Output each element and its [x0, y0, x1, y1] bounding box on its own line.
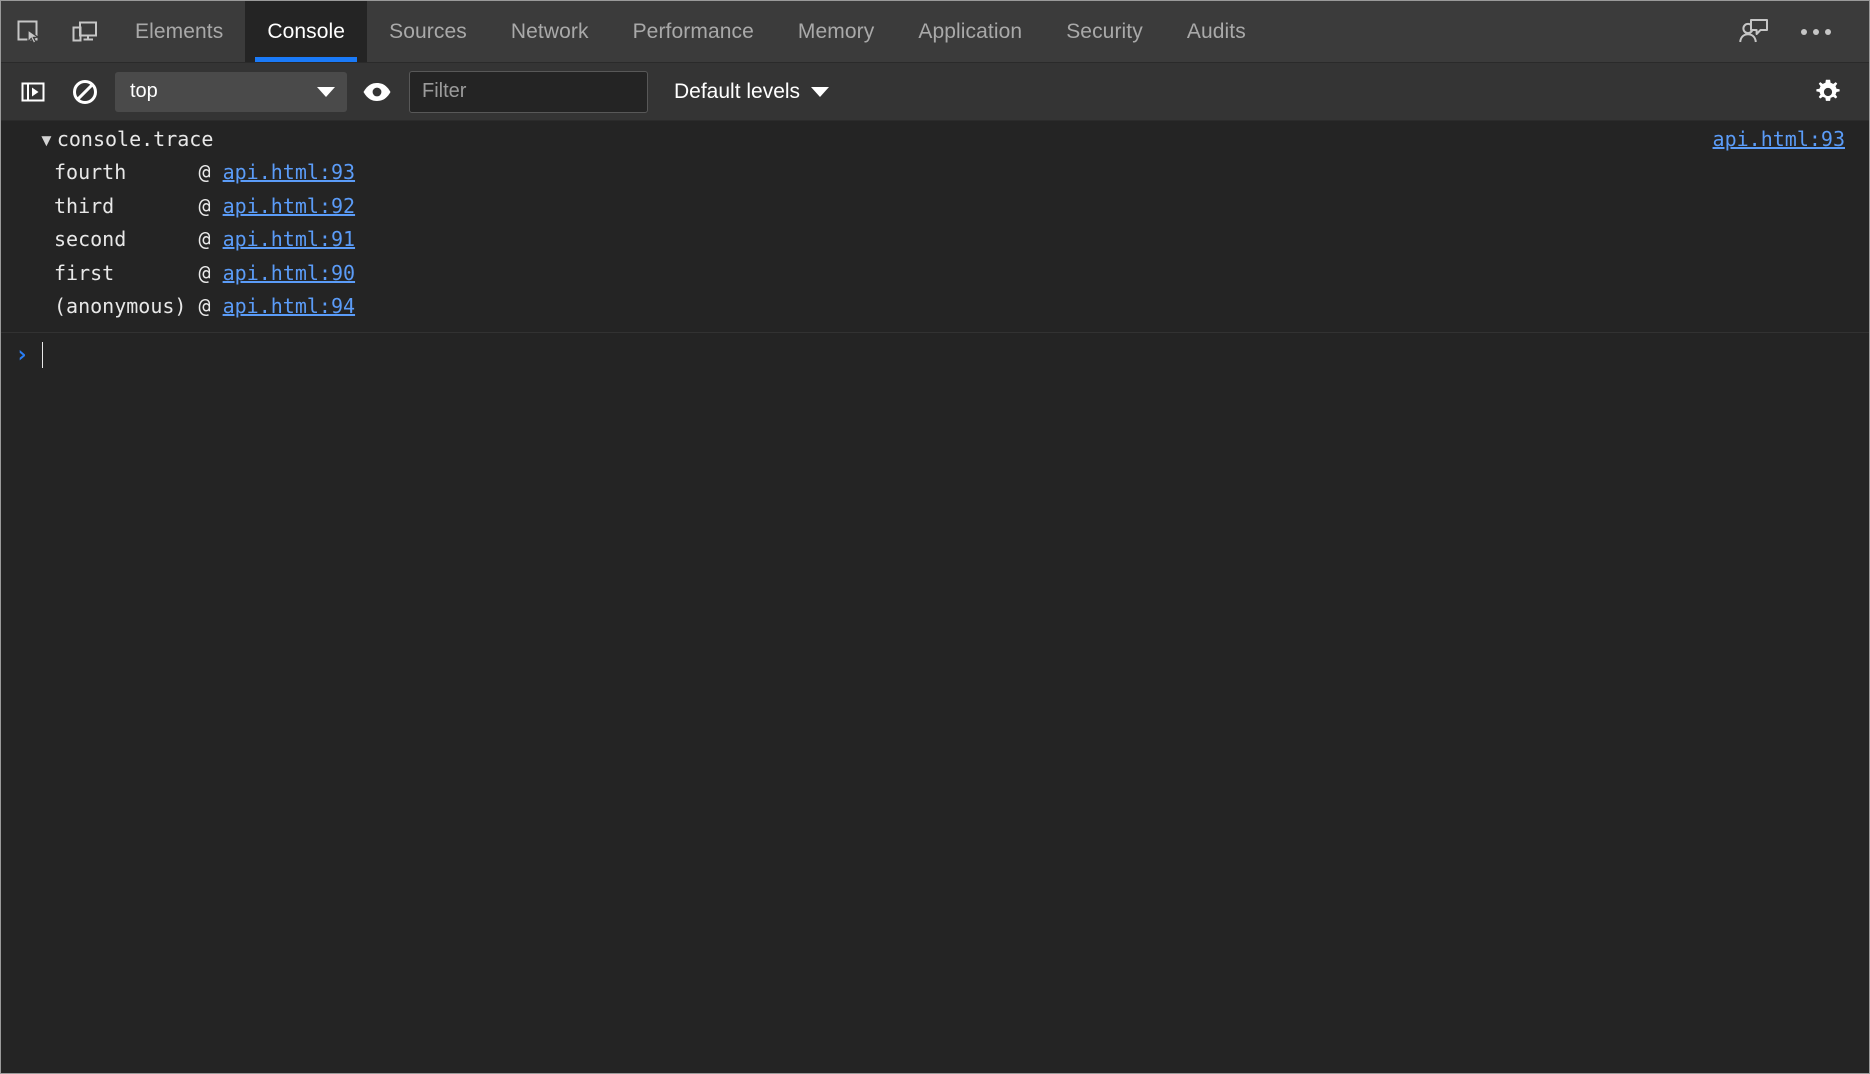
stack-frame-link[interactable]: api.html:92 — [223, 194, 355, 218]
more-dot — [1813, 28, 1819, 35]
stack-frame: first @ api.html:90 — [1, 257, 1869, 291]
console-toolbar: top Default levels — [1, 63, 1869, 121]
prompt-chevron-icon: › — [15, 341, 29, 368]
disclosure-triangle-icon[interactable]: ▼ — [38, 132, 55, 149]
stack-frame-link[interactable]: api.html:94 — [223, 294, 355, 318]
stack-frame-link[interactable]: api.html:90 — [223, 261, 355, 285]
stack-frame-pad — [211, 294, 223, 318]
more-dot — [1801, 28, 1807, 35]
console-prompt-fill[interactable] — [43, 333, 1869, 378]
tab-label: Security — [1066, 19, 1143, 43]
stack-frame: (anonymous) @ api.html:94 — [1, 290, 1869, 324]
console-prompt-row[interactable]: › — [1, 333, 1869, 378]
tab-label: Network — [510, 19, 589, 43]
stack-frame-pad — [126, 227, 198, 251]
tab-elements[interactable]: Elements — [113, 1, 245, 62]
stack-frame-at: @ — [198, 160, 211, 184]
stack-frame-function: third — [54, 193, 115, 218]
stack-frame-at: @ — [198, 193, 211, 218]
stack-frame-pad — [211, 160, 223, 184]
chevron-down-icon — [811, 86, 830, 97]
console-stack-trace: fourth @ api.html:93 third @ api.html:92… — [1, 156, 1869, 324]
execution-context-select[interactable]: top — [115, 71, 347, 112]
stack-frame-pad — [211, 227, 223, 251]
tab-label: Audits — [1186, 19, 1246, 43]
tab-label: Sources — [389, 19, 467, 43]
stack-frame-pad — [211, 261, 223, 285]
console-message-header: ▼ console.trace api.html:93 — [1, 127, 1869, 151]
console-sidebar-toggle-icon[interactable] — [7, 66, 59, 118]
console-message-trace: ▼ console.trace api.html:93 fourth @ api… — [1, 121, 1869, 332]
tab-memory[interactable]: Memory — [776, 1, 896, 62]
devtools-tab-bar: Elements Console Sources Network Perform… — [1, 1, 1869, 63]
tab-console[interactable]: Console — [245, 1, 368, 62]
filter-input[interactable] — [410, 80, 647, 103]
inspect-element-icon[interactable] — [1, 1, 57, 62]
more-dot — [1825, 28, 1831, 35]
tab-security[interactable]: Security — [1044, 1, 1165, 62]
chevron-down-icon — [317, 86, 335, 97]
console-output-area: ▼ console.trace api.html:93 fourth @ api… — [1, 121, 1869, 1073]
log-levels-select[interactable]: Default levels — [674, 79, 830, 104]
filter-input-wrapper[interactable] — [409, 70, 648, 113]
tab-audits[interactable]: Audits — [1165, 1, 1268, 62]
tab-sources[interactable]: Sources — [367, 1, 489, 62]
tab-label: Memory — [797, 19, 875, 43]
active-tab-indicator — [255, 57, 358, 62]
tab-performance[interactable]: Performance — [611, 1, 776, 62]
live-expressions-eye-icon[interactable] — [351, 66, 403, 118]
stack-frame-pad — [126, 160, 198, 184]
log-levels-label: Default levels — [674, 79, 801, 103]
tab-label: Application — [918, 19, 1023, 43]
clear-console-icon[interactable] — [59, 66, 111, 118]
console-message-list: ▼ console.trace api.html:93 fourth @ api… — [1, 121, 1869, 333]
stack-frame-function: (anonymous) — [54, 294, 187, 318]
stack-frame-link[interactable]: api.html:93 — [223, 160, 355, 184]
stack-frame-at: @ — [198, 227, 211, 251]
more-options-icon[interactable] — [1785, 28, 1847, 35]
tab-application[interactable]: Application — [896, 1, 1044, 62]
stack-frame-at: @ — [198, 294, 211, 318]
stack-frame-at: @ — [198, 260, 211, 285]
tab-bar-actions — [1723, 1, 1869, 62]
stack-frame: fourth @ api.html:93 — [1, 156, 1869, 190]
console-message-source-link[interactable]: api.html:93 — [1713, 127, 1845, 151]
tab-label: Performance — [632, 19, 754, 43]
stack-frame-pad — [114, 261, 198, 285]
tab-bar-spacer — [1268, 1, 1723, 62]
console-message-title: console.trace — [56, 127, 214, 151]
tab-network[interactable]: Network — [489, 1, 611, 62]
stack-frame: third @ api.html:92 — [1, 190, 1869, 224]
stack-frame-link[interactable]: api.html:91 — [223, 227, 355, 251]
execution-context-value: top — [130, 80, 158, 102]
stack-frame-pad — [186, 294, 198, 318]
device-toolbar-icon[interactable] — [57, 1, 113, 62]
stack-frame-function: first — [54, 260, 115, 285]
tab-label: Elements — [135, 19, 224, 43]
stack-frame-function: fourth — [54, 160, 127, 184]
stack-frame-function: second — [54, 227, 127, 251]
stack-frame: second @ api.html:91 — [1, 223, 1869, 257]
tab-label: Console — [267, 19, 346, 43]
stack-frame-pad — [114, 194, 198, 218]
settings-gear-icon[interactable] — [1795, 66, 1861, 118]
devtools-window: Elements Console Sources Network Perform… — [0, 0, 1870, 1074]
stack-frame-pad — [211, 194, 223, 218]
feedback-person-icon[interactable] — [1723, 17, 1785, 47]
